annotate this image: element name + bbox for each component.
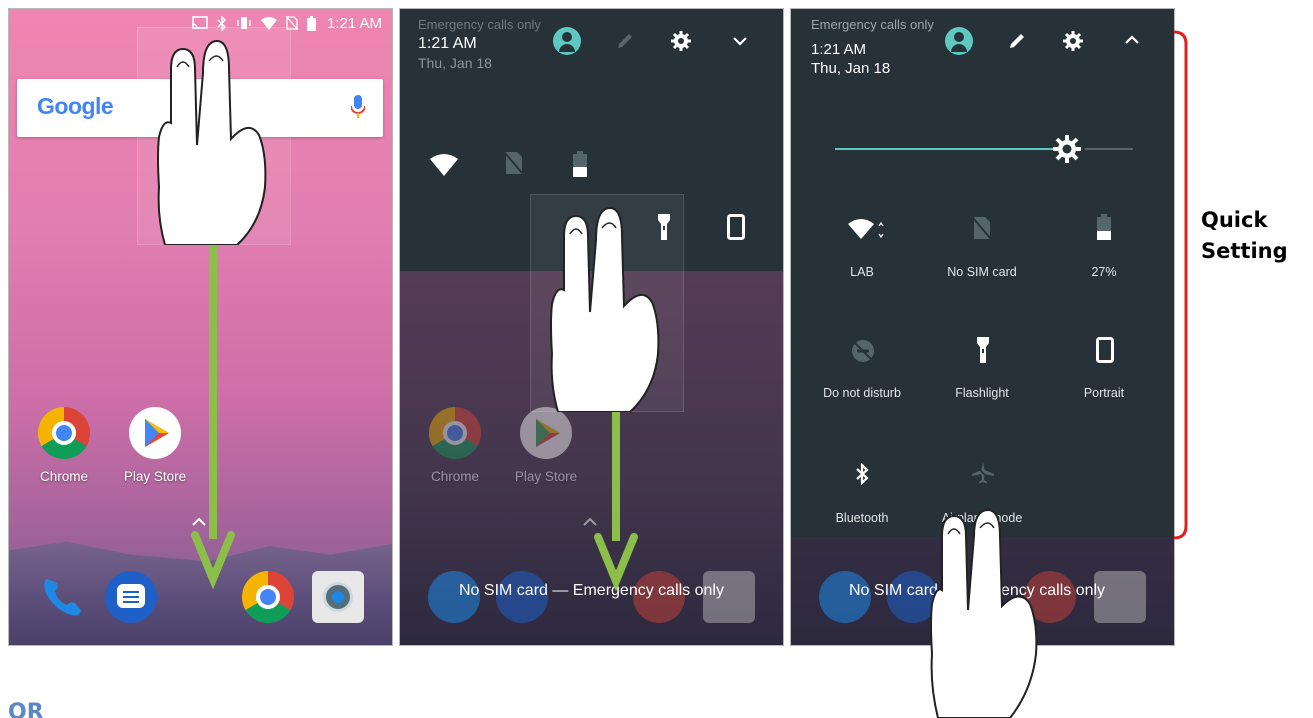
edit-icon[interactable] bbox=[1007, 31, 1027, 51]
battery-icon[interactable] bbox=[1097, 214, 1111, 240]
tile-label: LAB bbox=[850, 265, 874, 279]
tile-label: Bluetooth bbox=[835, 511, 889, 525]
two-finger-hand bbox=[137, 27, 291, 245]
battery-icon[interactable] bbox=[573, 151, 587, 177]
wifi-icon[interactable] bbox=[848, 219, 884, 241]
chrome-icon bbox=[429, 407, 481, 459]
home-screen: 1:21 AM Google Chrome Play Store bbox=[8, 8, 393, 646]
shade-time: 1:21 AM bbox=[811, 41, 867, 58]
two-finger-hand bbox=[930, 508, 1038, 718]
chrome-icon bbox=[38, 407, 90, 459]
chevron-up-icon[interactable] bbox=[1124, 34, 1140, 46]
app-chrome[interactable]: Chrome bbox=[24, 407, 104, 484]
user-avatar-icon[interactable] bbox=[553, 27, 581, 55]
app-label: Play Store bbox=[123, 469, 187, 484]
app-label: Play Store bbox=[514, 469, 578, 484]
app-chrome: Chrome bbox=[415, 407, 495, 484]
portrait-icon[interactable] bbox=[727, 214, 745, 240]
status-time: 1:21 AM bbox=[326, 14, 382, 32]
brightness-slider[interactable] bbox=[835, 135, 1133, 163]
no-sim-icon[interactable] bbox=[973, 216, 991, 240]
app-play-store: Play Store bbox=[506, 407, 586, 484]
settings-gear-icon[interactable] bbox=[670, 30, 692, 52]
emergency-text: Emergency calls only bbox=[418, 17, 541, 32]
edit-icon[interactable] bbox=[615, 31, 635, 51]
swipe-down-arrow bbox=[594, 401, 638, 591]
messages-icon[interactable] bbox=[105, 571, 157, 623]
mic-icon[interactable] bbox=[351, 95, 365, 119]
app-label: Chrome bbox=[430, 469, 479, 484]
camera-icon[interactable] bbox=[312, 571, 364, 623]
dnd-off-icon[interactable] bbox=[851, 339, 875, 363]
chrome-icon[interactable] bbox=[242, 571, 294, 623]
shade-date: Thu, Jan 18 bbox=[418, 55, 492, 71]
tile-label: No SIM card bbox=[947, 265, 1017, 279]
play-store-icon bbox=[520, 407, 572, 459]
shade-date: Thu, Jan 18 bbox=[811, 60, 891, 77]
tile-label: 27% bbox=[1091, 265, 1117, 279]
phone-icon[interactable] bbox=[37, 571, 89, 623]
shade-time: 1:21 AM bbox=[418, 35, 477, 52]
app-label: Chrome bbox=[39, 469, 88, 484]
brightness-icon[interactable] bbox=[1051, 133, 1083, 165]
quick-setting-label: Quick Setting bbox=[1201, 208, 1288, 263]
portrait-icon[interactable] bbox=[1096, 337, 1114, 363]
google-logo: Google bbox=[37, 93, 114, 119]
app-play-store[interactable]: Play Store bbox=[115, 407, 195, 484]
chevron-down-icon[interactable] bbox=[732, 35, 748, 47]
play-store-icon bbox=[129, 407, 181, 459]
tile-label: Do not disturb bbox=[823, 386, 901, 400]
emergency-text: Emergency calls only bbox=[811, 17, 934, 32]
wifi-icon[interactable] bbox=[430, 154, 458, 176]
airplane-icon[interactable] bbox=[971, 461, 995, 485]
swipe-down-arrow bbox=[191, 239, 235, 589]
settings-gear-icon[interactable] bbox=[1062, 30, 1084, 52]
battery-status-icon bbox=[306, 15, 316, 31]
notification-shade-partial: Emergency calls only 1:21 AM Thu, Jan 18… bbox=[399, 8, 784, 646]
emergency-banner: No SIM card — Emergency calls only bbox=[459, 582, 724, 599]
tile-label: Flashlight bbox=[955, 386, 1009, 400]
quick-setting-bracket bbox=[1173, 30, 1188, 540]
or-label: OR bbox=[8, 700, 44, 718]
flashlight-icon[interactable] bbox=[977, 337, 989, 363]
bluetooth-icon[interactable] bbox=[855, 463, 869, 485]
tile-label: Portrait bbox=[1083, 386, 1125, 400]
no-sim-icon[interactable] bbox=[505, 151, 523, 175]
user-avatar-icon[interactable] bbox=[945, 27, 973, 55]
two-finger-hand bbox=[530, 194, 684, 412]
